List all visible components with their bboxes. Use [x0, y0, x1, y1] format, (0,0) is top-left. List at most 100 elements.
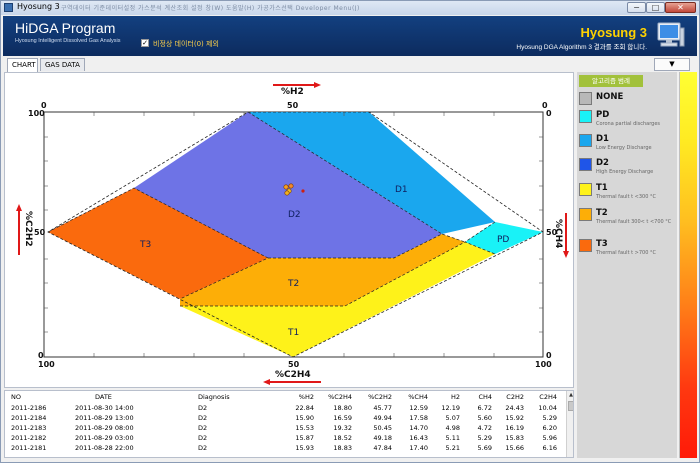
legend-code: D2	[596, 158, 609, 168]
legend-swatch	[579, 92, 592, 105]
table-cell: D2	[198, 444, 208, 452]
severity-gradient-bar	[679, 72, 697, 458]
zone-label-d1: D1	[395, 185, 408, 195]
column-header[interactable]: CH4	[468, 392, 492, 402]
table-cell: 17.40	[409, 444, 428, 452]
table-cell: 2011-2186	[11, 404, 47, 412]
legend-code: T3	[596, 239, 608, 249]
axis-title-right: %CH4	[553, 219, 563, 248]
table-cell: 5.11	[445, 434, 460, 442]
table-cell: 49.94	[373, 414, 392, 422]
program-header: HiDGA Program Hyosung Intelligent Dissol…	[3, 16, 697, 56]
table-cell: 15.90	[295, 414, 314, 422]
table-cell: 5.21	[445, 444, 460, 452]
menu-bar[interactable]: 구역데이터 기준데이터설정 가스분석 계산조회 설정 창(W) 도움말(H) 가…	[61, 3, 481, 11]
tab-chart[interactable]: CHART	[7, 58, 38, 72]
table-cell: 5.07	[445, 414, 460, 422]
table-cell: 15.66	[505, 444, 524, 452]
table-cell: 4.98	[445, 424, 460, 432]
legend-desc: Thermal fault t >700 °C	[596, 250, 656, 256]
table-cell: 5.96	[542, 434, 557, 442]
exclude-abnormal-checkbox[interactable]: ✓	[141, 39, 149, 47]
table-cell: 6.16	[542, 444, 557, 452]
table-cell: 12.59	[409, 404, 428, 412]
table-cell: 15.93	[295, 444, 314, 452]
duval-pentagon-chart: D1 D2 PD T3 T2 T1 0 50 0 100 50 0 100 50…	[16, 82, 569, 385]
legend-desc: Thermal fault 300< t <700 °C	[596, 219, 672, 225]
tick-left-mid: 50	[34, 228, 46, 237]
table-cell: 15.87	[295, 434, 314, 442]
zone-label-d2: D2	[288, 210, 301, 220]
table-cell: 18.80	[333, 404, 352, 412]
legend-code: T2	[596, 208, 608, 218]
maximize-button[interactable]: □	[646, 2, 665, 13]
axis-arrowhead-bottom	[263, 379, 270, 385]
scroll-up-arrow[interactable]: ▲	[567, 391, 573, 399]
column-header[interactable]: H2	[436, 392, 460, 402]
program-title: HiDGA Program	[15, 20, 116, 36]
table-cell: 6.20	[542, 424, 557, 432]
column-header[interactable]: %CH4	[402, 392, 428, 402]
column-header[interactable]: Diagnosis	[198, 392, 238, 402]
table-row[interactable]: 2011-2181 2011-08-28 22:00 D2 15.93 18.83 47.…	[5, 443, 565, 453]
table-cell: 2011-08-28 22:00	[75, 444, 134, 452]
table-row[interactable]: 2011-2186 2011-08-30 14:00 D2 22.84 18.80 45.…	[5, 403, 565, 413]
axis-title-left: %C2H2	[23, 211, 33, 247]
table-row[interactable]: 2011-2183 2011-08-29 08:00 D2 15.53 19.32 50.…	[5, 423, 565, 433]
axis-title-bottom: %C2H4	[275, 370, 311, 380]
column-header[interactable]: %C2H2	[362, 392, 392, 402]
program-subtitle: Hyosung Intelligent Dissolved Gas Analys…	[15, 38, 121, 44]
table-cell: 16.19	[505, 424, 524, 432]
app-window: Hyosung 3 구역데이터 기준데이터설정 가스분석 계산조회 설정 창(W…	[0, 0, 700, 463]
table-cell: D2	[198, 434, 208, 442]
data-point	[288, 183, 294, 189]
brand-title: Hyosung 3	[580, 25, 647, 40]
computer-icon	[657, 22, 685, 47]
column-header[interactable]: %H2	[288, 392, 314, 402]
zone-label-pd: PD	[497, 235, 509, 245]
column-header[interactable]: NO	[11, 392, 51, 402]
column-header[interactable]: DATE	[95, 392, 145, 402]
table-cell: 24.43	[505, 404, 524, 412]
table-cell: 12.19	[441, 404, 460, 412]
table-cell: 2011-2183	[11, 424, 47, 432]
dropdown-button[interactable]: ▼	[654, 58, 690, 71]
column-header[interactable]: %C2H4	[322, 392, 352, 402]
minimize-button[interactable]: −	[627, 2, 646, 13]
exclude-abnormal-label[interactable]: 비정상 데이터(0) 제외	[153, 39, 219, 49]
tick-left-bottom: 0	[38, 351, 44, 360]
legend-swatch	[579, 239, 592, 252]
scroll-thumb[interactable]	[568, 401, 573, 411]
table-cell: D2	[198, 404, 208, 412]
table-cell: 45.77	[373, 404, 392, 412]
table-cell: 17.58	[409, 414, 428, 422]
column-header[interactable]: C2H4	[531, 392, 557, 402]
window-title: Hyosung 3	[17, 2, 60, 11]
close-button[interactable]: ✕	[665, 2, 696, 13]
legend-header: 알고리즘 범례	[579, 75, 643, 87]
tick-bottom-mid: 50	[288, 360, 300, 369]
table-row[interactable]: 2011-2184 2011-08-29 13:00 D2 15.90 16.59 49.…	[5, 413, 565, 423]
table-cell: 15.53	[295, 424, 314, 432]
column-header[interactable]: C2H2	[498, 392, 524, 402]
chart-panel: D1 D2 PD T3 T2 T1 0 50 0 100 50 0 100 50…	[4, 72, 574, 388]
data-point	[284, 190, 290, 196]
tab-gas-data[interactable]: GAS DATA	[40, 58, 85, 71]
table-cell: 16.43	[409, 434, 428, 442]
algorithm-description: Hyosung DGA Algorithm 3 결과를 조회 합니다.	[516, 44, 647, 51]
table-cell: 16.59	[333, 414, 352, 422]
legend-desc: Thermal fault t <300 °C	[596, 194, 656, 200]
tick-bottom-left: 100	[38, 360, 55, 369]
table-cell: 5.29	[542, 414, 557, 422]
table-cell: 2011-08-29 13:00	[75, 414, 134, 422]
table-cell: 2011-08-29 08:00	[75, 424, 134, 432]
table-cell: 10.04	[538, 404, 557, 412]
data-point	[301, 189, 305, 193]
table-cell: 15.83	[505, 434, 524, 442]
table-scrollbar[interactable]: ▲	[566, 391, 573, 457]
table-row[interactable]: 2011-2182 2011-08-29 03:00 D2 15.87 18.52 49.…	[5, 433, 565, 443]
legend-desc: High Energy Discharge	[596, 169, 654, 175]
legend-swatch	[579, 183, 592, 196]
legend-swatch	[579, 134, 592, 147]
data-table: NO DATE Diagnosis %H2 %C2H4 %C2H2 %CH4 H…	[4, 390, 574, 458]
